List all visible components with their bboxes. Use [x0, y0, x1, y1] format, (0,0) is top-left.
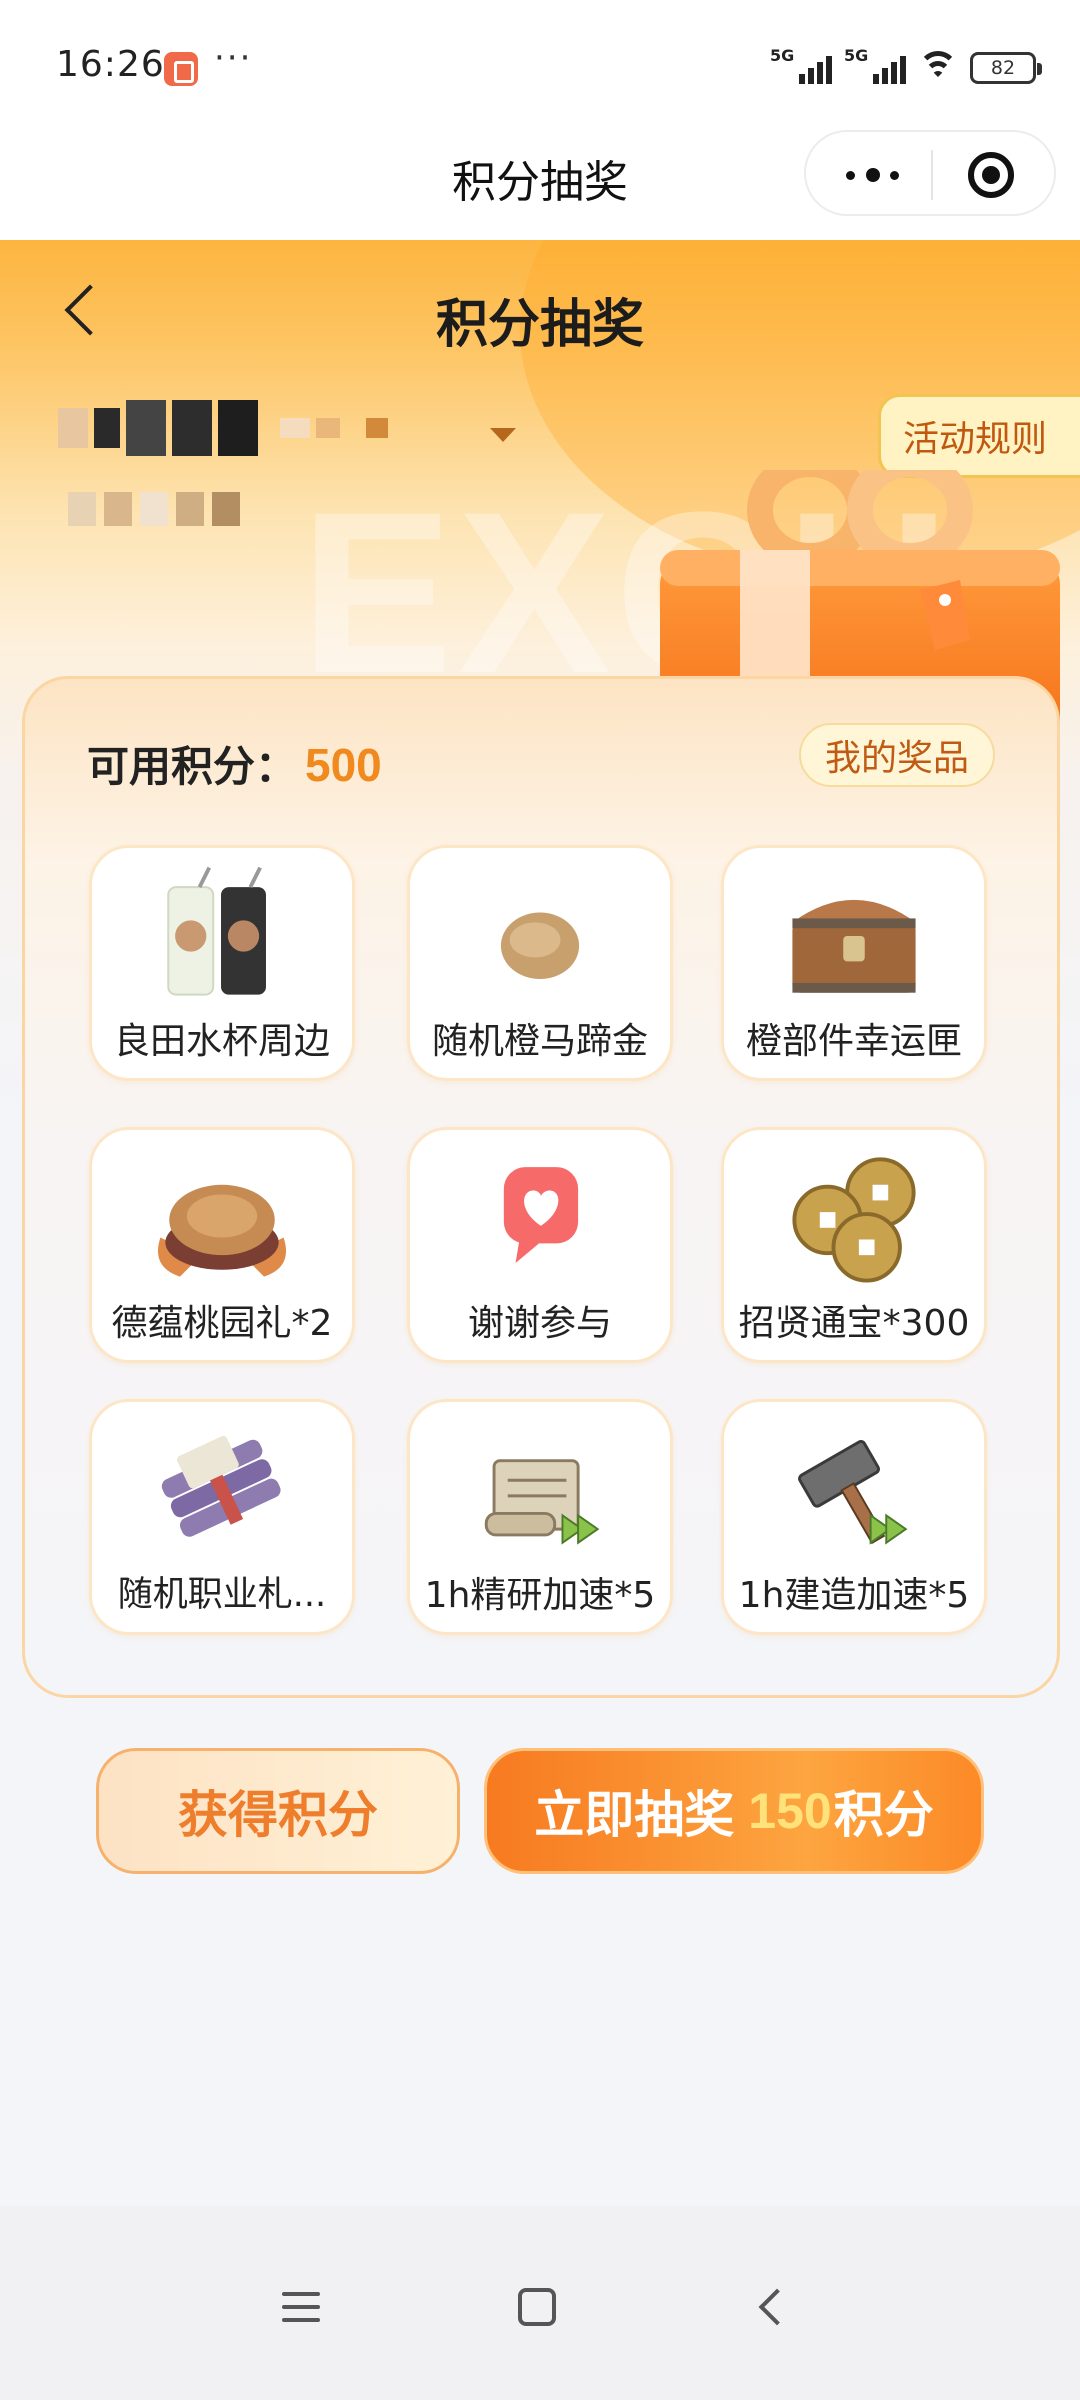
page-title: 积分抽奖	[435, 295, 644, 355]
network-type-1: 5G	[770, 46, 795, 65]
prize-item: 德蕴桃园礼*2	[89, 1127, 355, 1363]
wifi-icon	[918, 51, 958, 85]
system-nav-bar	[0, 2206, 1080, 2400]
earn-points-button[interactable]: 获得积分	[96, 1748, 460, 1874]
gift-plate-icon	[157, 1184, 287, 1277]
prize-item: 随机橙马蹄金	[407, 845, 673, 1081]
capsule-divider	[931, 150, 933, 200]
more-notifications-icon: ···	[214, 38, 253, 78]
available-points-label: 可用积分：	[87, 742, 298, 791]
prize-item: 1h精研加速*5	[407, 1399, 673, 1635]
prize-item: 良田水杯周边	[89, 845, 355, 1081]
available-points: 可用积分： 500	[87, 733, 382, 794]
mini-program-title-bar: 积分抽奖	[0, 128, 1080, 240]
prize-item: 随机职业札...	[89, 1399, 355, 1635]
heart-bubble-icon	[503, 1167, 579, 1263]
prize-name: 德蕴桃园礼*2	[111, 1303, 333, 1344]
draw-cost-unit: 积分	[833, 1786, 934, 1844]
prize-name: 随机橙马蹄金	[431, 1021, 648, 1062]
status-indicators: 5G 5G 82	[770, 46, 1042, 88]
home-icon[interactable]	[518, 2288, 556, 2326]
prize-name: 随机职业札...	[117, 1575, 327, 1615]
my-prizes-button[interactable]: 我的奖品	[798, 723, 995, 787]
hammer-speedup-icon	[798, 1439, 908, 1545]
prize-item: 1h建造加速*5	[721, 1399, 987, 1635]
signal-icon-2: 5G	[844, 46, 906, 86]
prize-item: 橙部件幸运匣	[721, 845, 987, 1081]
recent-apps-icon[interactable]	[282, 2292, 320, 2322]
prize-name: 1h建造加速*5	[738, 1575, 970, 1616]
activity-rules-button[interactable]: 活动规则	[878, 394, 1080, 478]
cups-icon	[167, 866, 266, 996]
draw-cost: 150	[748, 1783, 832, 1839]
prize-card: 可用积分： 500 我的奖品 良田水杯周边 随机橙马蹄金 橙部件幸运匣 德蕴桃园…	[22, 676, 1060, 1698]
prize-name: 招贤通宝*300	[738, 1303, 970, 1344]
scroll-speedup-icon	[484, 1459, 600, 1545]
draw-label: 立即抽奖	[534, 1786, 735, 1844]
status-bar: 16:26 ··· 5G 5G 82	[0, 0, 1080, 128]
close-mini-program-icon[interactable]	[968, 152, 1014, 198]
treasure-chest-icon	[792, 899, 916, 993]
coins-icon	[792, 1157, 916, 1283]
prize-name: 谢谢参与	[467, 1303, 612, 1344]
prize-item: 招贤通宝*300	[721, 1127, 987, 1363]
user-id-blurred	[68, 492, 240, 526]
scroll-bundle-icon	[161, 1435, 281, 1537]
gold-ingot-icon	[500, 912, 580, 980]
more-options-icon[interactable]	[844, 156, 904, 192]
network-type-2: 5G	[844, 46, 869, 65]
prize-name: 橙部件幸运匣	[745, 1021, 962, 1062]
user-info	[58, 400, 538, 550]
user-name-blurred	[58, 400, 388, 456]
system-back-icon[interactable]	[758, 2288, 796, 2326]
account-dropdown-icon[interactable]	[490, 428, 516, 442]
status-time: 16:26	[56, 44, 165, 85]
mini-program-capsule	[804, 130, 1056, 216]
prize-name: 良田水杯周边	[113, 1021, 330, 1062]
draw-now-button[interactable]: 立即抽奖 150 积分	[484, 1748, 984, 1874]
prize-name: 1h精研加速*5	[424, 1575, 656, 1616]
prize-item: 谢谢参与	[407, 1127, 673, 1363]
notification-app-icon	[164, 52, 198, 86]
available-points-value: 500	[305, 739, 382, 791]
signal-icon-1: 5G	[770, 46, 832, 86]
battery-icon: 82	[970, 52, 1042, 84]
prize-grid: 良田水杯周边 随机橙马蹄金 橙部件幸运匣 德蕴桃园礼*2 谢谢参与 招贤通宝*3…	[89, 845, 1019, 1645]
